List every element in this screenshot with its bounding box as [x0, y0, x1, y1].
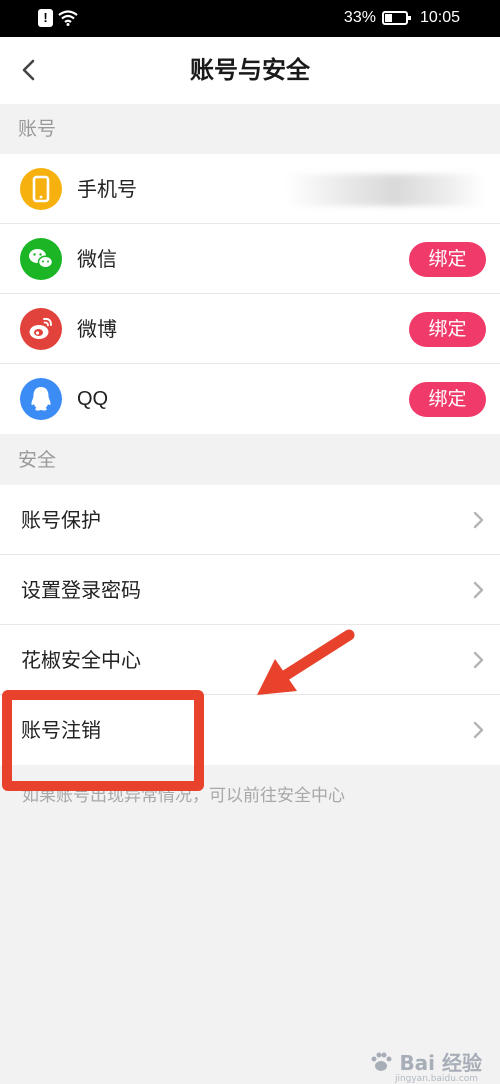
status-right: 33% 10:05 — [344, 9, 460, 27]
account-row-weibo[interactable]: 微博 绑定 — [0, 294, 500, 364]
annotation-highlight-box — [2, 690, 204, 791]
bind-qq-button[interactable]: 绑定 — [409, 382, 486, 417]
battery-percent: 33% — [343, 9, 376, 26]
bind-weibo-button[interactable]: 绑定 — [409, 312, 486, 347]
security-row-account-protection[interactable]: 账号保护 — [0, 485, 500, 555]
security-row-label: 花椒安全中心 — [21, 648, 141, 672]
phone-number-blurred — [285, 174, 485, 206]
chevron-right-icon — [473, 651, 484, 669]
watermark-url: jingyan.baidu.com — [394, 1074, 478, 1084]
chevron-right-icon — [473, 511, 484, 529]
security-row-label: 设置登录密码 — [21, 578, 141, 602]
status-bar: ! 33% 10:05 — [0, 0, 500, 37]
section-header-security: 安全 — [18, 449, 57, 471]
status-left: ! — [38, 9, 78, 27]
bind-wechat-button[interactable]: 绑定 — [409, 242, 486, 277]
weibo-icon — [20, 308, 62, 350]
chevron-right-icon — [473, 721, 484, 739]
back-icon[interactable] — [16, 55, 44, 85]
account-row-label: QQ — [77, 388, 109, 410]
paw-icon — [371, 1052, 392, 1071]
watermark-brand: Bai 经验 — [399, 1051, 482, 1075]
page-title: 账号与安全 — [190, 56, 310, 84]
section-header-account: 账号 — [18, 118, 57, 140]
status-time: 10:05 — [419, 9, 460, 26]
account-row-label: 微信 — [77, 247, 117, 271]
wechat-icon — [20, 238, 62, 280]
phone-icon — [20, 168, 62, 210]
account-row-label: 手机号 — [77, 177, 137, 201]
account-row-phone[interactable]: 手机号 — [0, 154, 500, 224]
chevron-right-icon — [473, 581, 484, 599]
annotation-arrow-icon — [257, 629, 355, 695]
account-row-label: 微博 — [77, 317, 117, 341]
qq-icon — [20, 378, 62, 420]
wifi-icon — [58, 10, 78, 26]
battery-icon — [381, 11, 411, 25]
account-row-wechat[interactable]: 微信 绑定 — [0, 224, 500, 294]
nav-bar: 账号与安全 — [0, 37, 500, 104]
security-row-label: 账号保护 — [21, 508, 101, 532]
security-row-set-password[interactable]: 设置登录密码 — [0, 555, 500, 625]
account-row-qq[interactable]: QQ 绑定 — [0, 364, 500, 434]
alert-icon: ! — [38, 9, 53, 27]
watermark: Bai 经验 — [369, 1047, 482, 1076]
